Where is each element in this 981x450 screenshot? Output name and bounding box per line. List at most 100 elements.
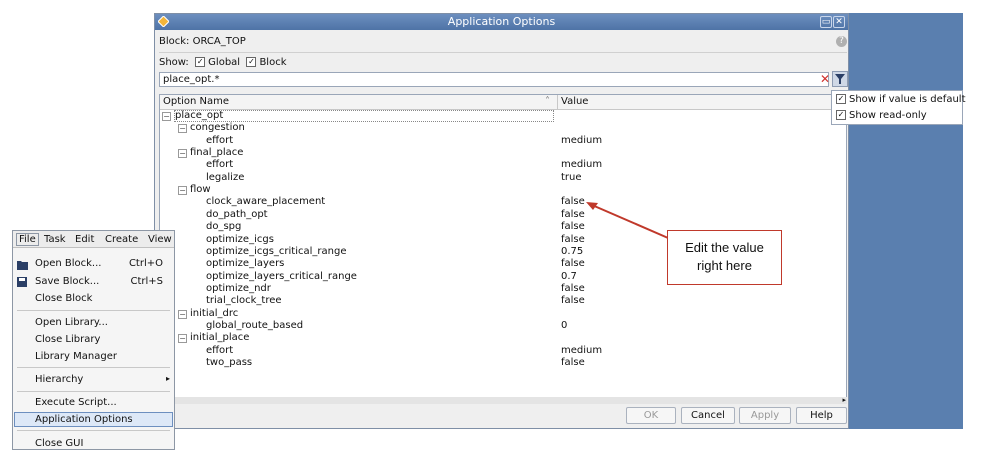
menu-separator — [17, 310, 170, 311]
save-block-item[interactable]: Save Block... — [35, 276, 99, 287]
close-icon[interactable]: ✕ — [833, 16, 845, 28]
save-icon — [17, 277, 27, 287]
block-checkbox-label: Block — [259, 57, 287, 68]
close-gui-item[interactable]: Close GUI — [35, 438, 83, 449]
show-options: Show: ✓ Global ✓ Block — [159, 57, 286, 68]
ok-button[interactable]: OK — [626, 407, 676, 424]
close-library-item[interactable]: Close Library — [35, 334, 100, 345]
title-bar[interactable]: Application Options ▭ ✕ — [155, 14, 848, 30]
tree-row-name[interactable]: flow — [190, 184, 211, 196]
filter-options-dropdown: ✓ Show if value is default ✓ Show read-onl… — [831, 90, 965, 125]
show-label: Show: — [159, 57, 189, 68]
tree-row-value[interactable]: medium — [561, 159, 602, 171]
tree-row-name[interactable]: effort — [206, 159, 233, 171]
tree-row-value[interactable]: medium — [561, 345, 602, 357]
application-options-dialog: Application Options ▭ ✕ Block: ORCA_TOP … — [154, 13, 849, 429]
block-checkbox[interactable]: ✓ — [246, 57, 257, 67]
menu-bar: File Task Edit Create View — [13, 231, 174, 248]
tree-row-value[interactable]: medium — [561, 135, 602, 147]
tree-row-name[interactable]: initial_drc — [190, 308, 238, 320]
tree-row-value[interactable]: false — [561, 295, 585, 307]
menu-create[interactable]: Create — [105, 234, 138, 245]
tree-row-name[interactable]: effort — [206, 345, 233, 357]
block-label: Block: ORCA_TOP — [159, 36, 246, 47]
tree-row-name[interactable]: optimize_layers_critical_range — [206, 271, 357, 283]
global-checkbox[interactable]: ✓ — [195, 57, 206, 67]
filter-options-button[interactable] — [832, 71, 848, 87]
library-manager-item[interactable]: Library Manager — [35, 351, 117, 362]
clear-filter-icon[interactable]: ✕ — [820, 73, 830, 86]
menu-separator — [17, 430, 170, 431]
tree-row-value[interactable]: 0.7 — [561, 271, 577, 283]
column-option-name[interactable]: Option Name — [163, 96, 229, 107]
tree-row-name[interactable]: effort — [206, 135, 233, 147]
file-menu: File Task Edit Create View Open Block...… — [12, 230, 175, 450]
tree-row-name[interactable]: place_opt — [174, 110, 554, 122]
tree-row-name[interactable]: global_route_based — [206, 320, 303, 332]
tree-row-name[interactable]: clock_aware_placement — [206, 196, 325, 208]
callout-line1: Edit the value — [685, 240, 764, 255]
table-header: Option Name ˄ Value — [160, 95, 846, 110]
collapse-toggle-icon[interactable]: − — [178, 124, 187, 134]
folder-open-icon — [17, 261, 28, 270]
scroll-right-icon[interactable]: ▸ — [842, 397, 846, 404]
callout-line2: right here — [697, 258, 752, 273]
application-options-item[interactable]: Application Options — [35, 414, 133, 425]
collapse-toggle-icon[interactable]: − — [178, 334, 187, 344]
show-readonly-checkbox[interactable]: ✓ — [836, 110, 846, 120]
tree-row-name[interactable]: do_path_opt — [206, 209, 268, 221]
callout-box: Edit the value right here — [667, 230, 782, 285]
collapse-toggle-icon[interactable]: − — [162, 112, 171, 121]
filter-input[interactable]: place_opt.* — [159, 72, 829, 87]
show-default-checkbox[interactable]: ✓ — [836, 94, 846, 104]
minimize-icon[interactable]: ▭ — [820, 16, 832, 28]
apply-button[interactable]: Apply — [739, 407, 791, 424]
show-readonly-option[interactable]: ✓ Show read-only — [836, 110, 927, 121]
show-default-label: Show if value is default — [849, 94, 966, 105]
tree-row-name[interactable]: optimize_layers — [206, 258, 284, 270]
tree-row-value[interactable]: 0 — [561, 320, 567, 332]
tree-row-value[interactable]: false — [561, 357, 585, 369]
menu-separator — [17, 367, 170, 368]
menu-view[interactable]: View — [148, 234, 172, 245]
tree-row-name[interactable]: optimize_icgs — [206, 234, 274, 246]
menu-edit[interactable]: Edit — [75, 234, 94, 245]
tree-row-name[interactable]: congestion — [190, 122, 245, 134]
open-block-item[interactable]: Open Block... — [35, 258, 101, 269]
collapse-toggle-icon[interactable]: − — [178, 149, 187, 159]
tree-row-name[interactable]: do_spg — [206, 221, 241, 233]
tree-row-name[interactable]: optimize_icgs_critical_range — [206, 246, 347, 258]
column-value[interactable]: Value — [561, 96, 588, 107]
submenu-arrow-icon: ▸ — [165, 374, 170, 383]
open-library-item[interactable]: Open Library... — [35, 317, 108, 328]
collapse-toggle-icon[interactable]: − — [178, 309, 187, 319]
tree-row-name[interactable]: final_place — [190, 147, 243, 159]
dialog-title: Application Options — [447, 15, 556, 28]
background-panel — [849, 13, 963, 429]
tree-row-name[interactable]: optimize_ndr — [206, 283, 271, 295]
global-checkbox-label: Global — [208, 57, 241, 68]
help-icon[interactable]: ? — [836, 36, 847, 47]
open-block-shortcut: Ctrl+O — [128, 258, 163, 269]
sort-ascending-icon[interactable]: ˄ — [545, 96, 550, 107]
help-button[interactable]: Help — [796, 407, 847, 424]
menu-file[interactable]: File — [16, 233, 39, 246]
tree-row-value[interactable]: false — [561, 283, 585, 295]
tree-row-name[interactable]: initial_place — [190, 332, 249, 344]
execute-script-item[interactable]: Execute Script... — [35, 397, 117, 408]
hierarchy-item[interactable]: Hierarchy — [35, 374, 83, 385]
tree-row-name[interactable]: two_pass — [206, 357, 252, 369]
show-readonly-label: Show read-only — [849, 110, 927, 121]
funnel-icon — [835, 74, 845, 84]
horizontal-scrollbar[interactable]: ▸ — [159, 397, 847, 404]
tree-row-name[interactable]: trial_clock_tree — [206, 295, 282, 307]
tree-row-value[interactable]: false — [561, 258, 585, 270]
show-default-option[interactable]: ✓ Show if value is default — [836, 94, 965, 105]
tree-row-value[interactable]: true — [561, 172, 582, 184]
menu-task[interactable]: Task — [44, 234, 66, 245]
save-block-shortcut: Ctrl+S — [130, 276, 163, 287]
cancel-button[interactable]: Cancel — [681, 407, 735, 424]
tree-row-name[interactable]: legalize — [206, 172, 244, 184]
close-block-item[interactable]: Close Block — [35, 293, 92, 304]
collapse-toggle-icon[interactable]: − — [178, 186, 187, 196]
